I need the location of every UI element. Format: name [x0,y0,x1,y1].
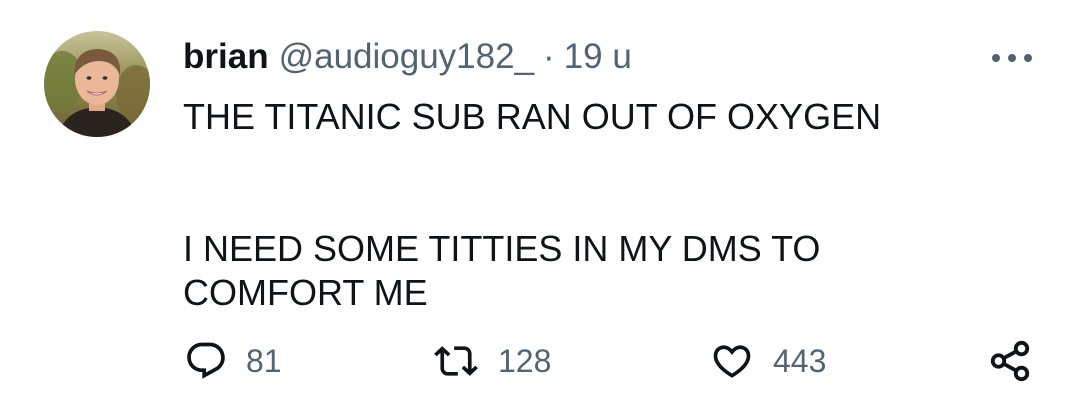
retweet-icon [434,346,478,376]
author-name[interactable]: brian [183,35,269,79]
more-options-button[interactable] [992,48,1032,68]
separator-dot: · [543,37,555,76]
avatar[interactable] [44,31,150,137]
tweet-header: brian @audioguy182_ · 19 u [183,35,632,79]
reply-button[interactable]: 81 [184,336,282,386]
tweet-text-line: COMFORT ME [183,272,428,313]
more-horizontal-icon [1024,54,1032,62]
profile-photo [44,31,150,137]
tweet-timestamp[interactable]: 19 u [564,35,632,79]
reply-count: 81 [246,343,282,379]
more-horizontal-icon [1008,54,1016,62]
tweet-text-line: THE TITANIC SUB RAN OUT OF OXYGEN [183,96,882,137]
reply-icon [187,342,225,379]
share-icon [990,340,1030,382]
tweet-text-line: I NEED SOME TITTIES IN MY DMS TO [183,228,821,269]
share-button[interactable] [987,336,1033,386]
retweet-button[interactable]: 128 [432,336,551,386]
heart-icon [713,345,751,378]
tweet-text: THE TITANIC SUB RAN OUT OF OXYGEN I NEED… [183,95,1003,315]
like-button[interactable]: 443 [709,336,826,386]
retweet-count: 128 [498,343,552,379]
more-horizontal-icon [992,54,1000,62]
like-count: 443 [773,343,827,379]
action-bar: 81 128 443 [184,336,1034,386]
author-handle[interactable]: @audioguy182_ [279,35,534,79]
